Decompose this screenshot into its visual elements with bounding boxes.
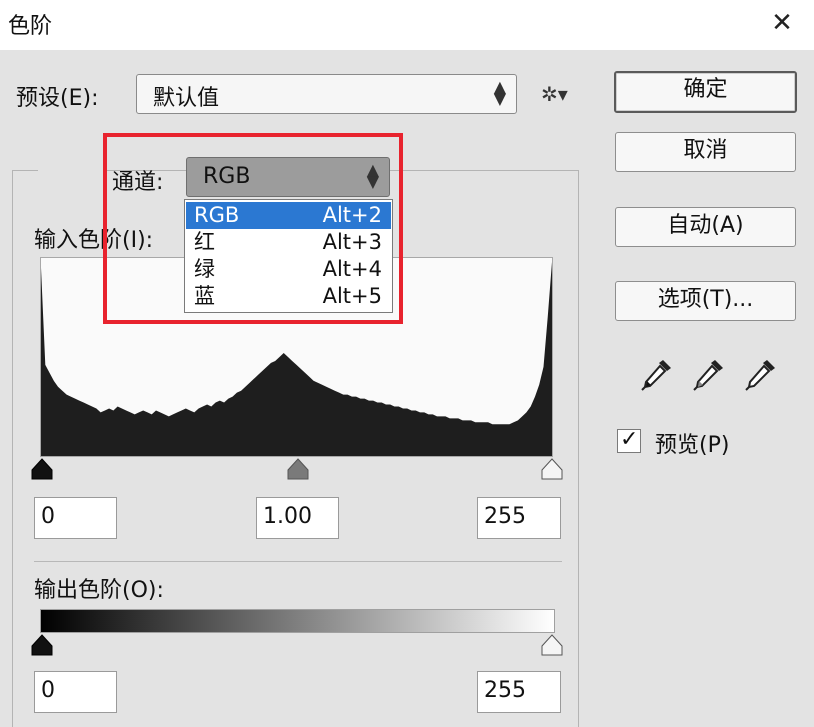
close-icon[interactable]: ✕: [768, 6, 796, 40]
gear-icon[interactable]: ✲▾: [541, 82, 568, 106]
preview-label: 预览(P): [655, 433, 730, 458]
gray-eyedropper-icon[interactable]: [690, 356, 728, 392]
preset-value: 默认值: [153, 86, 220, 111]
input-gamma-slider[interactable]: [286, 458, 310, 480]
output-black-slider[interactable]: [30, 634, 54, 656]
title-bar: [0, 0, 814, 50]
output-white-field[interactable]: 255: [477, 671, 561, 713]
output-levels-label: 输出色阶(O):: [34, 578, 164, 603]
ok-button[interactable]: 确定: [614, 71, 797, 113]
preset-label: 预设(E):: [16, 86, 99, 111]
group-box-gap: [38, 166, 104, 174]
select-arrows-icon: ▲ ▼: [493, 77, 506, 108]
checkmark-icon: ✓: [620, 427, 639, 452]
options-button[interactable]: 选项(T)...: [615, 281, 796, 321]
auto-button[interactable]: 自动(A): [615, 207, 796, 247]
highlight-annotation-box: [103, 133, 403, 324]
separator: [34, 561, 562, 562]
cancel-button[interactable]: 取消: [615, 132, 796, 172]
output-white-slider[interactable]: [540, 634, 564, 656]
window-title: 色阶: [8, 14, 53, 39]
input-black-field[interactable]: 0: [34, 497, 117, 539]
preview-checkbox[interactable]: ✓: [617, 427, 641, 453]
output-black-field[interactable]: 0: [34, 671, 117, 713]
input-white-slider[interactable]: [540, 458, 564, 480]
input-black-slider[interactable]: [30, 458, 54, 480]
preset-select[interactable]: 默认值 ▲ ▼: [136, 74, 517, 114]
output-gradient: [40, 609, 555, 633]
input-gamma-field[interactable]: 1.00: [256, 497, 339, 539]
white-eyedropper-icon[interactable]: [742, 356, 780, 392]
input-white-field[interactable]: 255: [477, 497, 561, 539]
black-eyedropper-icon[interactable]: [638, 356, 676, 392]
